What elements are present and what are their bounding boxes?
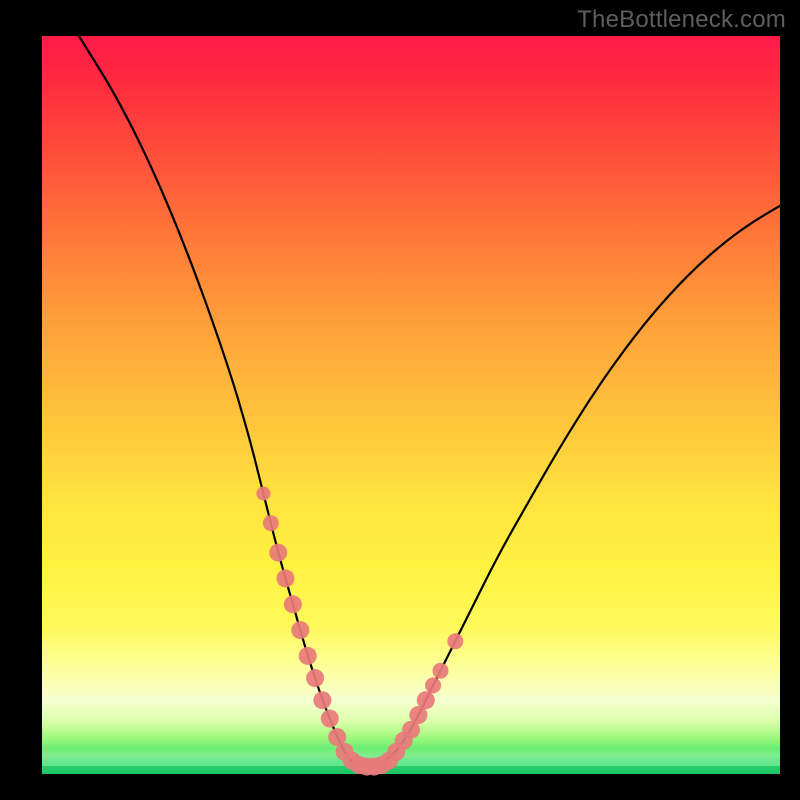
marker-dot [447, 633, 463, 649]
marker-dot [277, 569, 295, 587]
bottleneck-curve [79, 36, 780, 767]
marker-dot [306, 669, 324, 687]
chart-svg [42, 36, 780, 774]
marker-dot [425, 677, 441, 693]
marker-dot [269, 544, 287, 562]
marker-dot [433, 663, 449, 679]
marker-dot [321, 710, 339, 728]
watermark-text: TheBottleneck.com [577, 6, 786, 34]
marker-dot [256, 487, 270, 501]
marker-dot [263, 515, 279, 531]
marker-dot [291, 621, 309, 639]
plot-area [42, 36, 780, 774]
curve-markers [256, 487, 463, 776]
marker-dot [313, 691, 331, 709]
outer-frame: TheBottleneck.com [0, 0, 800, 800]
marker-dot [417, 691, 435, 709]
marker-dot [284, 595, 302, 613]
marker-dot [299, 647, 317, 665]
